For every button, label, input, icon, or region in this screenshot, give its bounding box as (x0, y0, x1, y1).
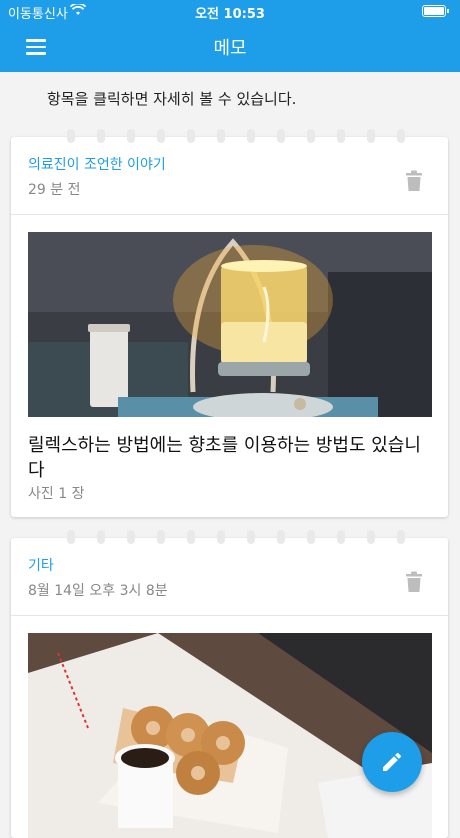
compose-button[interactable] (362, 732, 422, 792)
page-title: 메모 (213, 38, 247, 59)
status-time: 오전 10:53 (195, 7, 265, 22)
app-bar: 메모 (0, 22, 460, 72)
note-photo (28, 633, 432, 838)
card-divider (11, 214, 448, 215)
status-bar: 이동통신사 오전 10:53 (0, 0, 460, 22)
note-category: 기타 (28, 558, 54, 574)
note-card[interactable]: 의료진이 조언한 이야기 29 분 전 릴렉스하는 방법에는 향초를 이용하는 … (11, 129, 448, 517)
candle-lantern-photo (28, 232, 432, 417)
notebook-spiral (11, 530, 448, 546)
pencil-icon (383, 752, 402, 771)
photo-count: 사진 1 장 (28, 486, 85, 502)
note-date: 29 분 전 (28, 182, 81, 198)
hint-text: 항목을 클릭하면 자세히 볼 수 있습니다. (47, 90, 297, 108)
note-photo (28, 232, 432, 417)
donuts-coffee-photo (28, 633, 432, 838)
card-divider (11, 615, 448, 616)
notebook-spiral (11, 129, 448, 145)
note-body: 릴렉스하는 방법에는 향초를 이용하는 방법도 있습니다 (28, 435, 421, 481)
trash-icon[interactable] (404, 170, 424, 192)
trash-icon[interactable] (404, 571, 424, 593)
note-category: 의료진이 조언한 이야기 (28, 157, 166, 173)
note-date: 8월 14일 오후 3시 8분 (28, 583, 168, 599)
battery-icon (422, 5, 449, 17)
note-card[interactable]: 기타 8월 14일 오후 3시 8분 (11, 530, 448, 838)
